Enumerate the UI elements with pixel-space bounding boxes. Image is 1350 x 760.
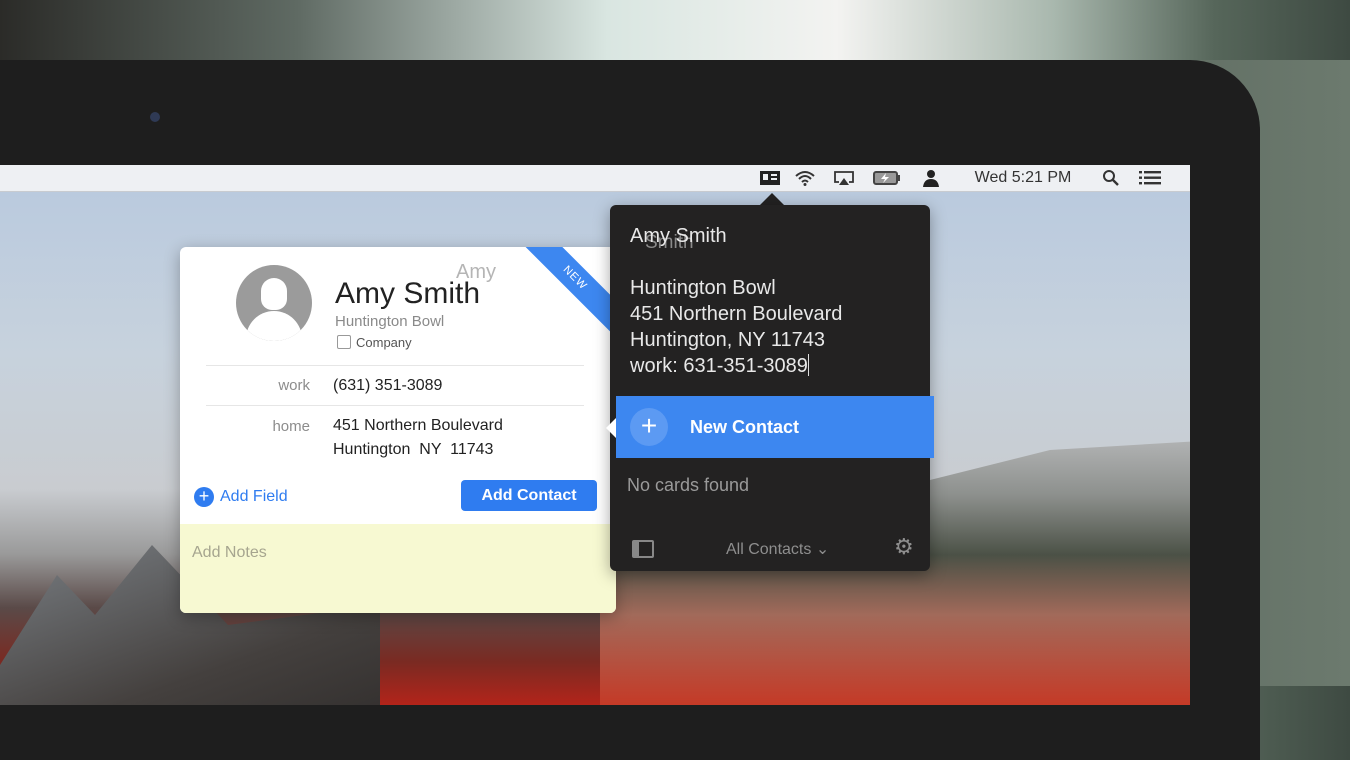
- text-caret: [807, 354, 809, 376]
- field-label-home: home: [272, 418, 310, 435]
- menu-clock[interactable]: Wed 5:21 PM: [968, 169, 1078, 187]
- input-line: Huntington Bowl: [630, 277, 776, 299]
- new-contact-label: New Contact: [690, 416, 800, 437]
- sidebar-toggle-icon[interactable]: [632, 540, 654, 558]
- plus-circle-icon: +: [194, 487, 214, 507]
- input-line: Amy Smith: [630, 225, 727, 247]
- add-field-label: Add Field: [220, 488, 288, 505]
- wifi-icon[interactable]: [793, 169, 817, 187]
- group-selector-dropdown[interactable]: All Contacts ⌄: [726, 539, 829, 559]
- field-label-work: work: [278, 377, 310, 394]
- popover-arrow: [760, 193, 784, 205]
- company-checkbox[interactable]: [337, 335, 351, 349]
- add-field-button[interactable]: + Add Field: [194, 487, 288, 507]
- contacts-card-icon[interactable]: [758, 169, 782, 187]
- notes-field[interactable]: Add Notes: [180, 524, 616, 613]
- add-contact-button[interactable]: Add Contact: [461, 480, 597, 511]
- user-icon[interactable]: [920, 169, 942, 187]
- new-contact-card: NEW Amy Amy Smith Huntington Bowl Compan…: [180, 247, 616, 613]
- airplay-icon[interactable]: [832, 169, 856, 187]
- contact-text-input[interactable]: Amy Smith Huntington Bowl 451 Northern B…: [630, 223, 842, 379]
- battery-charging-icon[interactable]: [872, 169, 902, 187]
- menu-bar: Wed 5:21 PM: [0, 165, 1190, 192]
- new-contact-button[interactable]: + New Contact: [616, 396, 934, 458]
- divider: [206, 365, 584, 366]
- input-line: Huntington, NY 11743: [630, 329, 825, 351]
- address-line-1: 451 Northern Boulevard: [333, 417, 503, 434]
- notification-list-icon[interactable]: [1137, 169, 1163, 187]
- company-checkbox-label: Company: [356, 335, 412, 350]
- new-contact-pointer: [606, 418, 616, 438]
- search-icon[interactable]: [1100, 169, 1122, 187]
- contact-company[interactable]: Huntington Bowl: [335, 313, 444, 330]
- popover-footer: All Contacts ⌄ ⚙: [616, 530, 934, 566]
- input-line-last: work: 631-351-3089: [630, 353, 842, 379]
- contact-name[interactable]: Amy Smith: [335, 277, 480, 311]
- plus-icon: +: [630, 408, 668, 446]
- contacts-popover: Smith Amy Smith Huntington Bowl 451 Nort…: [610, 205, 930, 571]
- avatar-head-icon: [261, 278, 287, 310]
- input-blank-line: [630, 249, 842, 275]
- empty-state-text: No cards found: [627, 475, 750, 495]
- input-line: 451 Northern Boulevard: [630, 303, 843, 325]
- field-value-work-phone[interactable]: (631) 351-3089: [333, 374, 442, 398]
- webcam: [150, 112, 160, 122]
- gear-icon[interactable]: ⚙: [894, 534, 914, 560]
- avatar-body-icon: [246, 311, 302, 341]
- input-line: work: 631-351-3089: [630, 355, 808, 377]
- notes-placeholder: Add Notes: [192, 544, 267, 561]
- field-value-home-address[interactable]: 451 Northern Boulevard Huntington NY 117…: [333, 414, 503, 462]
- avatar-placeholder[interactable]: [236, 265, 312, 341]
- address-line-2: Huntington NY 11743: [333, 441, 494, 458]
- divider: [206, 405, 584, 406]
- new-badge: NEW: [512, 247, 616, 341]
